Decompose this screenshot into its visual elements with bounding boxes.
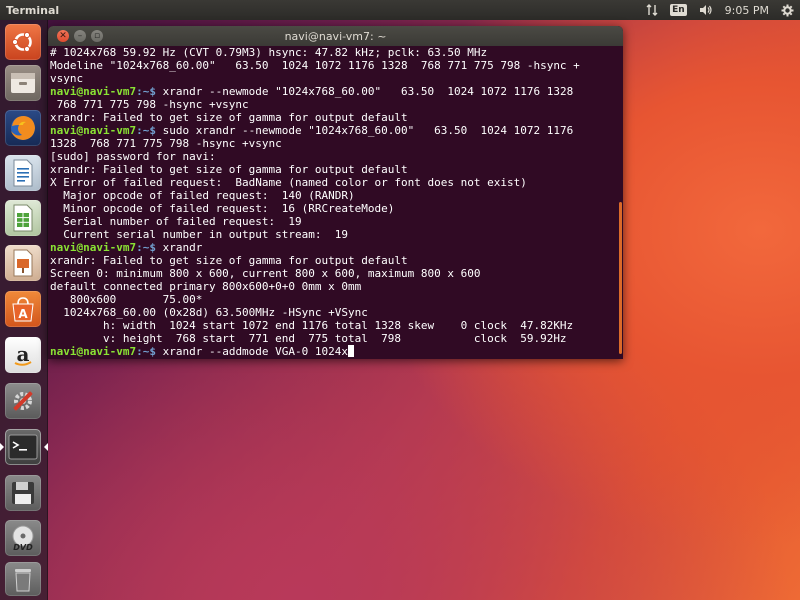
- launcher-item-files[interactable]: [5, 65, 41, 101]
- running-indicator-left: [0, 443, 4, 451]
- volume-icon[interactable]: [693, 0, 719, 20]
- keyboard-icon[interactable]: En: [664, 0, 693, 20]
- terminal-output[interactable]: # 1024x768 59.92 Hz (CVT 0.79M3) hsync: …: [48, 46, 617, 359]
- terminal-command-line: navi@navi-vm7:~$ xrandr --newmode "1024x…: [50, 85, 615, 98]
- terminal-output-line: 1328 768 771 775 798 -hsync +vsync: [50, 137, 282, 150]
- dvd-icon: DVD: [12, 525, 34, 552]
- terminal-command-line: navi@navi-vm7:~$ sudo xrandr --newmode "…: [50, 124, 615, 137]
- terminal-output-line: Current serial number in output stream: …: [50, 228, 349, 241]
- command-text: sudo xrandr --newmode "1024x768_60.00" 6…: [155, 124, 574, 137]
- amazon-icon: a: [14, 342, 32, 366]
- launcher-item-libreoffice-impress[interactable]: [5, 245, 41, 281]
- terminal-output-line: Serial number of failed request: 19: [50, 215, 302, 228]
- launcher-item-firefox[interactable]: [5, 110, 41, 146]
- prompt-path: :~$: [136, 85, 156, 98]
- terminal-scrollbar[interactable]: [619, 202, 622, 354]
- terminal-icon: [8, 434, 38, 460]
- settings-tools-icon: [13, 391, 33, 411]
- writer-document-icon: [13, 159, 33, 187]
- command-text: xrandr: [155, 241, 203, 254]
- ubuntu-logo-icon: [11, 31, 32, 53]
- terminal-output-line: v: height 768 start 771 end 775 total 79…: [50, 332, 567, 345]
- maximize-icon: ▫: [93, 31, 101, 41]
- calc-spreadsheet-icon: [13, 204, 33, 232]
- terminal-output-line: # 1024x768 59.92 Hz (CVT 0.79M3) hsync: …: [50, 46, 488, 59]
- terminal-output-line: [sudo] password for navi:: [50, 150, 216, 163]
- top-panel: Terminal En 9:05 PM: [0, 0, 800, 20]
- keyboard-layout-label: En: [670, 4, 687, 16]
- terminal-output-line: Screen 0: minimum 800 x 600, current 800…: [50, 267, 481, 280]
- terminal-output-line: default connected primary 800x600+0+0 0m…: [50, 280, 362, 293]
- terminal-command-line: navi@navi-vm7:~$ xrandr: [50, 241, 615, 254]
- launcher-item-dvd-drive[interactable]: DVD: [5, 520, 41, 556]
- trash-icon: [15, 569, 31, 592]
- launcher-item-trash[interactable]: [5, 562, 41, 596]
- terminal-output-line: Modeline "1024x768_60.00" 63.50 1024 107…: [50, 59, 580, 72]
- power-gear-icon[interactable]: [775, 0, 800, 20]
- prompt-path: :~$: [136, 241, 156, 254]
- launcher-item-libreoffice-writer[interactable]: [5, 155, 41, 191]
- terminal-output-line: 1024x768_60.00 (0x28d) 63.500MHz -HSync …: [50, 306, 368, 319]
- terminal-command-line: navi@navi-vm7:~$ xrandr --addmode VGA-0 …: [50, 345, 615, 358]
- prompt-user: navi@navi-vm7: [50, 124, 137, 137]
- prompt-path: :~$: [136, 345, 156, 358]
- terminal-title: navi@navi-vm7: ~: [284, 29, 387, 43]
- terminal-output-line: Major opcode of failed request: 140 (RAN…: [50, 189, 355, 202]
- terminal-output-line: 800x600 75.00*: [50, 293, 203, 306]
- launcher-item-system-settings[interactable]: [5, 383, 41, 419]
- command-text: xrandr --addmode VGA-0 1024x: [155, 345, 349, 358]
- prompt-user: navi@navi-vm7: [50, 241, 137, 254]
- terminal-output-line: Minor opcode of failed request: 16 (RRCr…: [50, 202, 395, 215]
- launcher: A a DVD: [0, 20, 48, 600]
- prompt-user: navi@navi-vm7: [50, 85, 137, 98]
- indicator-area: En 9:05 PM: [640, 0, 800, 20]
- terminal-window[interactable]: ✕ – ▫ navi@navi-vm7: ~ # 1024x768 59.92 …: [48, 26, 623, 359]
- terminal-output-line: 768 771 775 798 -hsync +vsync: [50, 98, 249, 111]
- svg-text:DVD: DVD: [13, 543, 33, 552]
- command-text: xrandr --newmode "1024x768_60.00" 63.50 …: [155, 85, 574, 98]
- terminal-output-line: X Error of failed request: BadName (name…: [50, 176, 527, 189]
- network-icon[interactable]: [640, 0, 664, 20]
- prompt-path: :~$: [136, 124, 156, 137]
- terminal-output-line: h: width 1024 start 1072 end 1176 total …: [50, 319, 574, 332]
- floppy-icon: [12, 482, 34, 504]
- launcher-item-floppy-drive[interactable]: [5, 475, 41, 511]
- launcher-item-ubuntu-dash[interactable]: [5, 24, 41, 60]
- launcher-item-terminal[interactable]: [5, 429, 41, 465]
- maximize-button[interactable]: ▫: [91, 30, 103, 42]
- terminal-output-line: xrandr: Failed to get size of gamma for …: [50, 111, 408, 124]
- terminal-titlebar[interactable]: ✕ – ▫ navi@navi-vm7: ~: [48, 26, 623, 46]
- impress-presentation-icon: [13, 249, 33, 277]
- text-cursor: [348, 345, 355, 357]
- clock[interactable]: 9:05 PM: [719, 0, 775, 20]
- software-bag-icon: A: [12, 297, 34, 322]
- terminal-output-line: vsync: [50, 72, 84, 85]
- close-icon: ✕: [59, 31, 67, 41]
- minimize-icon: –: [77, 31, 83, 41]
- terminal-output-line: xrandr: Failed to get size of gamma for …: [50, 254, 408, 267]
- terminal-output-line: xrandr: Failed to get size of gamma for …: [50, 163, 408, 176]
- svg-text:A: A: [18, 307, 28, 321]
- focused-indicator-right: [44, 443, 48, 451]
- launcher-item-libreoffice-calc[interactable]: [5, 200, 41, 236]
- launcher-item-ubuntu-software[interactable]: A: [5, 291, 41, 327]
- file-cabinet-icon: [11, 73, 35, 93]
- active-app-title[interactable]: Terminal: [0, 4, 59, 17]
- launcher-item-amazon[interactable]: a: [5, 337, 41, 373]
- close-button[interactable]: ✕: [57, 30, 69, 42]
- firefox-icon: [11, 116, 35, 140]
- minimize-button[interactable]: –: [74, 30, 86, 42]
- prompt-user: navi@navi-vm7: [50, 345, 137, 358]
- svg-text:a: a: [17, 342, 30, 366]
